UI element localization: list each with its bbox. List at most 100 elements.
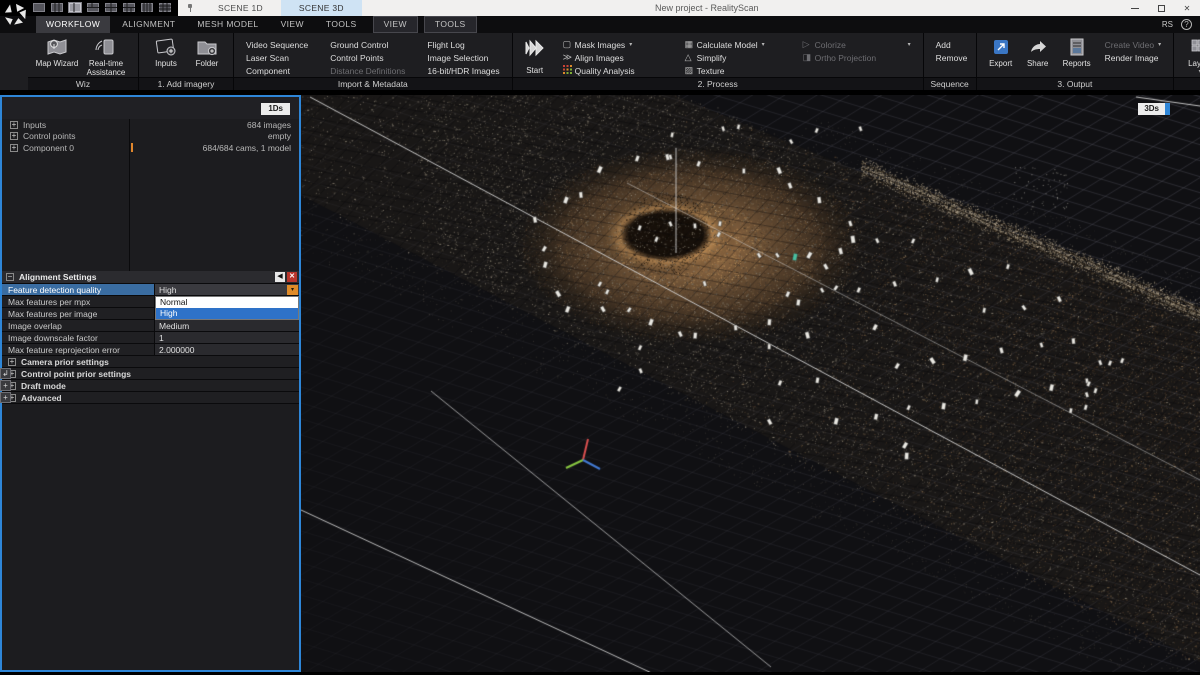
minimize-button[interactable] (1122, 0, 1148, 16)
panel-tab-3ds[interactable]: 3Ds (1138, 103, 1165, 115)
quality-analysis-item[interactable]: Quality Analysis (563, 64, 667, 77)
expand-icon[interactable]: + (10, 144, 18, 152)
app-logo-icon[interactable] (2, 1, 30, 29)
help-icon[interactable]: ? (1181, 19, 1192, 30)
flight-log-item[interactable]: Flight Log (427, 38, 499, 51)
tree-row-control-points[interactable]: + Control points empty (2, 131, 299, 143)
texture-icon: ▨ (685, 65, 697, 76)
settings-group-draft-mode[interactable]: + Draft mode (2, 380, 299, 392)
render-image-item[interactable]: Render Image (1105, 51, 1161, 64)
settings-row-feature-quality[interactable]: Feature detection quality High ▾ (2, 284, 299, 296)
setting-value[interactable]: 2.000000 (155, 344, 299, 355)
layout-preset-7-icon[interactable] (140, 2, 154, 13)
texture-item[interactable]: ▨Texture (685, 64, 785, 77)
ribbon-tab-mesh-model[interactable]: MESH MODEL (187, 16, 268, 33)
inputs-button[interactable]: Inputs (145, 35, 187, 68)
simplify-icon: △ (685, 52, 697, 63)
tree-row-component-0[interactable]: + Component 0 684/684 cams, 1 model (2, 142, 299, 154)
dock-return-button[interactable]: ↲ (0, 368, 11, 379)
ribbon-tab-view-3d[interactable]: VIEW (373, 16, 418, 33)
sequence-add-item[interactable]: Add (936, 38, 964, 51)
ribbon-tab-tools-3d[interactable]: TOOLS (424, 16, 477, 33)
setting-label: Max features per mpx (2, 296, 155, 307)
layout-preset-2-icon[interactable] (50, 2, 64, 13)
layout-preset-3-icon[interactable] (68, 2, 82, 13)
close-panel-icon[interactable]: ✕ (287, 272, 297, 282)
title-pin-icon[interactable] (186, 3, 194, 13)
image-selection-item[interactable]: Image Selection (427, 51, 499, 64)
video-sequence-item[interactable]: Video Sequence (246, 38, 308, 51)
map-wizard-button[interactable]: Map Wizard (34, 35, 80, 68)
settings-group-control-point-prior[interactable]: + Control point prior settings (2, 368, 299, 380)
dropdown-option-normal[interactable]: Normal (156, 297, 298, 308)
panel-tab-1ds[interactable]: 1Ds (261, 103, 290, 115)
layout-button[interactable]: Layout ▾ (1180, 35, 1200, 75)
calculate-model-dropdown-icon[interactable]: ▾ (762, 41, 765, 48)
export-label: Export (989, 59, 1012, 68)
tree-value: 684/684 cams, 1 model (203, 143, 291, 153)
laser-scan-item[interactable]: Laser Scan (246, 51, 308, 64)
ribbon-tab-view[interactable]: VIEW (271, 16, 314, 33)
layout-preset-8-icon[interactable] (158, 2, 172, 13)
align-images-item[interactable]: ≫Align Images (563, 51, 667, 64)
ribbon-group-output: Export Share Reports Create Video▾ Rende… (977, 33, 1174, 90)
ribbon-tab-workflow[interactable]: WORKFLOW (36, 16, 110, 33)
scene-1d-panel: 1Ds + Inputs 684 images + Control points… (0, 95, 301, 672)
sequence-remove-item[interactable]: Remove (936, 51, 964, 64)
setting-value[interactable]: Medium (155, 320, 299, 331)
alignment-settings-header[interactable]: − Alignment Settings ◀ ✕ (2, 271, 299, 284)
expand-icon[interactable]: + (10, 132, 18, 140)
folder-icon (195, 36, 219, 58)
reports-button[interactable]: Reports (1057, 35, 1097, 68)
layout-preset-4-icon[interactable] (86, 2, 100, 13)
close-button[interactable]: ✕ (1174, 0, 1200, 16)
group-label-add-imagery: 1. Add imagery (139, 77, 233, 90)
tree-label: Inputs (23, 120, 46, 130)
ribbon-tab-alignment[interactable]: ALIGNMENT (112, 16, 185, 33)
reports-label: Reports (1063, 59, 1091, 68)
layout-preset-5-icon[interactable] (104, 2, 118, 13)
ground-control-item[interactable]: Ground Control (330, 38, 405, 51)
settings-row-image-overlap[interactable]: Image overlap Medium (2, 320, 299, 332)
dock-add-button[interactable]: + (0, 380, 11, 391)
dropdown-option-high[interactable]: High (156, 308, 298, 319)
export-button[interactable]: Export (983, 35, 1019, 68)
calculate-model-item[interactable]: ▦Calculate Model▾ (685, 38, 785, 51)
3d-viewport-canvas[interactable] (301, 95, 1200, 672)
layout-preset-1-icon[interactable] (32, 2, 46, 13)
collapse-icon[interactable]: − (6, 273, 14, 281)
realtime-assistance-icon (94, 36, 118, 58)
expand-icon[interactable]: + (10, 121, 18, 129)
settings-row-downscale-factor[interactable]: Image downscale factor 1 (2, 332, 299, 344)
settings-group-advanced[interactable]: + Advanced (2, 392, 299, 404)
settings-group-camera-prior[interactable]: + Camera prior settings (2, 356, 299, 368)
settings-group-label: Control point prior settings (21, 369, 131, 379)
tree-row-inputs[interactable]: + Inputs 684 images (2, 119, 299, 131)
user-badge[interactable]: RS (1162, 20, 1173, 29)
start-button[interactable]: Start (519, 35, 551, 75)
ribbon-tab-tools[interactable]: TOOLS (316, 16, 367, 33)
autohide-icon[interactable]: ◀ (275, 272, 285, 282)
setting-value[interactable]: 1 (155, 332, 299, 343)
combo-dropdown-button[interactable]: ▾ (287, 285, 298, 295)
colorize-item: ▷Colorize▾ (803, 38, 911, 51)
tree-value: empty (268, 131, 291, 141)
mask-images-dropdown-icon[interactable]: ▾ (629, 41, 632, 48)
control-points-item[interactable]: Control Points (330, 51, 405, 64)
dock-add-button-2[interactable]: + (0, 392, 11, 403)
simplify-item[interactable]: △Simplify (685, 51, 785, 64)
component-item[interactable]: Component (246, 64, 308, 77)
maximize-button[interactable] (1148, 0, 1174, 16)
folder-button[interactable]: Folder (187, 35, 227, 68)
mask-images-item[interactable]: ▢Mask Images▾ (563, 38, 667, 51)
share-button[interactable]: Share (1021, 35, 1055, 68)
layout-preset-6-icon[interactable] (122, 2, 136, 13)
realtime-assistance-button[interactable]: Real-time Assistance (80, 35, 132, 77)
scene-tab-1d[interactable]: SCENE 1D (200, 0, 281, 16)
expand-icon[interactable]: + (8, 358, 16, 366)
hdr-images-item[interactable]: 16-bit/HDR Images (427, 64, 499, 77)
settings-group-label: Camera prior settings (21, 357, 109, 367)
setting-value[interactable]: High ▾ (155, 284, 299, 295)
scene-tab-3d[interactable]: SCENE 3D (281, 0, 362, 16)
settings-row-reprojection-error[interactable]: Max feature reprojection error 2.000000 (2, 344, 299, 356)
